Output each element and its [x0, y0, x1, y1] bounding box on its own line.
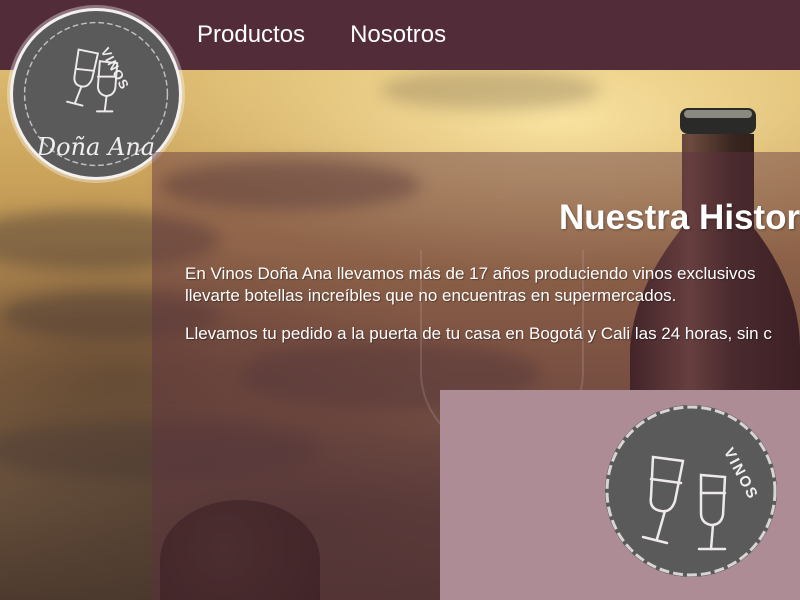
- feature-logo: VINOS: [605, 405, 777, 577]
- history-paragraph-2: Llevamos tu pedido a la puerta de tu cas…: [185, 324, 772, 343]
- history-paragraph-1: En Vinos Doña Ana llevamos más de 17 año…: [185, 263, 755, 307]
- history-paragraph-1-line-1: En Vinos Doña Ana llevamos más de 17 año…: [185, 264, 756, 283]
- nav-link-productos[interactable]: Productos: [197, 21, 305, 49]
- section-title: Nuestra Historia: [559, 198, 800, 237]
- feature-panel: VINOS: [440, 390, 800, 600]
- history-paragraph-1-line-2: llevarte botellas increíbles que no encu…: [185, 286, 677, 305]
- nav-link-nosotros[interactable]: Nosotros: [350, 21, 446, 49]
